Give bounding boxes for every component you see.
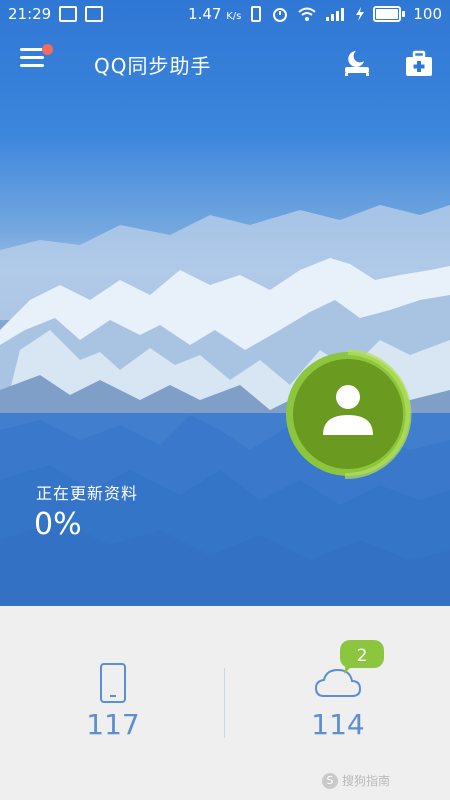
moon-bed-icon <box>345 51 369 76</box>
signal-icon <box>326 8 345 21</box>
alarm-icon <box>273 8 288 22</box>
watermark: S 搜狗指南 <box>322 772 390 789</box>
sync-avatar-button[interactable] <box>283 349 413 480</box>
cloud-contacts-stat[interactable]: 114 <box>268 662 408 741</box>
screen: 21:29 1.47 K/s 100 QQ同步助手 正在更新资料 0% 117 … <box>0 0 450 800</box>
status-time: 21:29 <box>8 5 52 23</box>
watermark-text: 搜狗指南 <box>342 774 391 788</box>
app-bar: QQ同步助手 <box>0 38 450 88</box>
toolbox-button[interactable] <box>404 50 434 78</box>
local-contacts-stat[interactable]: 117 <box>43 662 183 741</box>
wifi-icon <box>298 7 317 21</box>
badge-count: 2 <box>356 646 368 666</box>
cloud-count: 114 <box>311 708 365 741</box>
phone-icon <box>100 663 126 703</box>
sync-progress-percent: 0% <box>34 507 82 542</box>
local-count: 117 <box>86 708 140 741</box>
network-speed: 1.47 K/s <box>188 5 242 23</box>
message-icon <box>59 6 78 22</box>
notification-dot <box>42 44 53 55</box>
stats-panel: 117 114 <box>0 606 450 800</box>
status-bar: 21:29 1.47 K/s 100 <box>0 0 450 30</box>
toolbox-icon <box>406 50 432 76</box>
cloud-update-badge[interactable]: 2 <box>340 640 384 674</box>
battery-icon <box>373 6 406 22</box>
watermark-logo-icon: S <box>322 772 338 789</box>
app-title: QQ同步助手 <box>94 54 212 78</box>
night-mode-button[interactable] <box>342 48 372 78</box>
charging-icon <box>356 7 365 21</box>
user-avatar <box>286 349 412 480</box>
sync-status-label: 正在更新资料 <box>36 484 139 503</box>
menu-button[interactable] <box>20 44 53 72</box>
stats-divider <box>224 668 225 738</box>
vibrate-icon <box>251 6 262 22</box>
battery-level: 100 <box>413 5 442 23</box>
notification-icon <box>85 6 104 22</box>
